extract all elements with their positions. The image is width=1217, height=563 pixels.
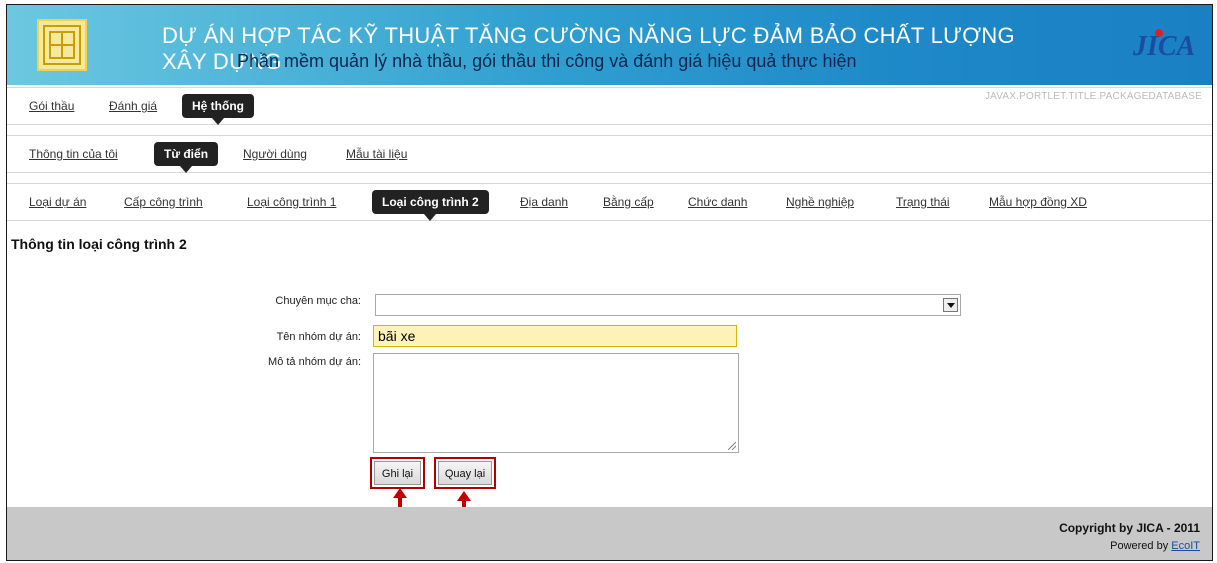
dictionary-subnav: Loại dự án Cấp công trình Loại công trìn…: [7, 183, 1212, 221]
ecoit-link[interactable]: EcoIT: [1171, 540, 1200, 552]
resize-handle-icon[interactable]: [728, 442, 736, 450]
jica-logo: JICA: [1133, 31, 1196, 62]
nav-nguoi-dung[interactable]: Người dùng: [243, 136, 307, 172]
project-group-name-input[interactable]: bãi xe: [373, 325, 737, 347]
header-banner: DỰ ÁN HỢP TÁC KỸ THUẬT TĂNG CƯỜNG NĂNG L…: [7, 5, 1212, 85]
footer: Copyright by JICA - 2011 Powered by EcoI…: [7, 507, 1212, 560]
app-frame: DỰ ÁN HỢP TÁC KỸ THUẬT TĂNG CƯỜNG NĂNG L…: [6, 4, 1213, 561]
nav-bang-cap[interactable]: Bằng cấp: [603, 184, 654, 220]
save-button-highlight: Ghi lại: [370, 457, 425, 489]
nav-dia-danh[interactable]: Địa danh: [520, 184, 568, 220]
nav-loai-cong-trinh-2-active[interactable]: Loại công trình 2: [372, 190, 489, 221]
software-subtitle: Phần mềm quản lý nhà thầu, gói thầu thi …: [237, 51, 857, 71]
project-group-desc-label: Mô tả nhóm dự án:: [268, 356, 361, 368]
back-button[interactable]: Quay lại: [438, 461, 492, 485]
nav-goi-thau[interactable]: Gói thầu: [29, 88, 74, 124]
main-nav: Gói thầu Đánh giá Hệ thống JAVAX.PORTLET…: [7, 87, 1212, 125]
nav-nghe-nghiep[interactable]: Nghề nghiệp: [786, 184, 854, 220]
back-button-highlight: Quay lại: [434, 457, 496, 489]
system-subnav: Thông tin của tôi Từ điển Người dùng Mẫu…: [7, 135, 1212, 173]
page-title: Thông tin loại công trình 2: [11, 236, 187, 252]
powered-by-text: Powered by EcoIT: [1110, 540, 1200, 552]
nav-thong-tin-cua-toi[interactable]: Thông tin của tôi: [29, 136, 118, 172]
nav-danh-gia[interactable]: Đánh giá: [109, 88, 157, 124]
powered-by-prefix: Powered by: [1110, 540, 1172, 552]
nav-tu-dien-active[interactable]: Từ điển: [154, 142, 219, 173]
chevron-down-icon[interactable]: [943, 298, 958, 312]
project-group-name-label: Tên nhóm dự án:: [276, 331, 361, 343]
parent-category-label: Chuyên mục cha:: [275, 295, 361, 307]
save-button[interactable]: Ghi lại: [374, 461, 421, 485]
nav-mau-tai-lieu[interactable]: Mẫu tài liệu: [346, 136, 407, 172]
nav-chuc-danh[interactable]: Chức danh: [688, 184, 747, 220]
ministry-logo-icon: [37, 19, 87, 71]
project-group-desc-textarea[interactable]: [373, 353, 739, 453]
parent-category-select[interactable]: [375, 294, 961, 316]
nav-cap-cong-trinh[interactable]: Cấp công trình: [124, 184, 203, 220]
nav-trang-thai[interactable]: Trạng thái: [896, 184, 950, 220]
portlet-title: JAVAX.PORTLET.TITLE.PACKAGEDATABASE: [984, 91, 1202, 102]
nav-mau-hop-dong-xd[interactable]: Mẫu hợp đồng XD: [989, 184, 1087, 220]
copyright-text: Copyright by JICA - 2011: [1059, 521, 1200, 535]
nav-he-thong-active[interactable]: Hệ thống: [182, 94, 254, 125]
nav-loai-cong-trinh-1[interactable]: Loại công trình 1: [247, 184, 336, 220]
nav-loai-du-an[interactable]: Loại dự án: [29, 184, 86, 220]
